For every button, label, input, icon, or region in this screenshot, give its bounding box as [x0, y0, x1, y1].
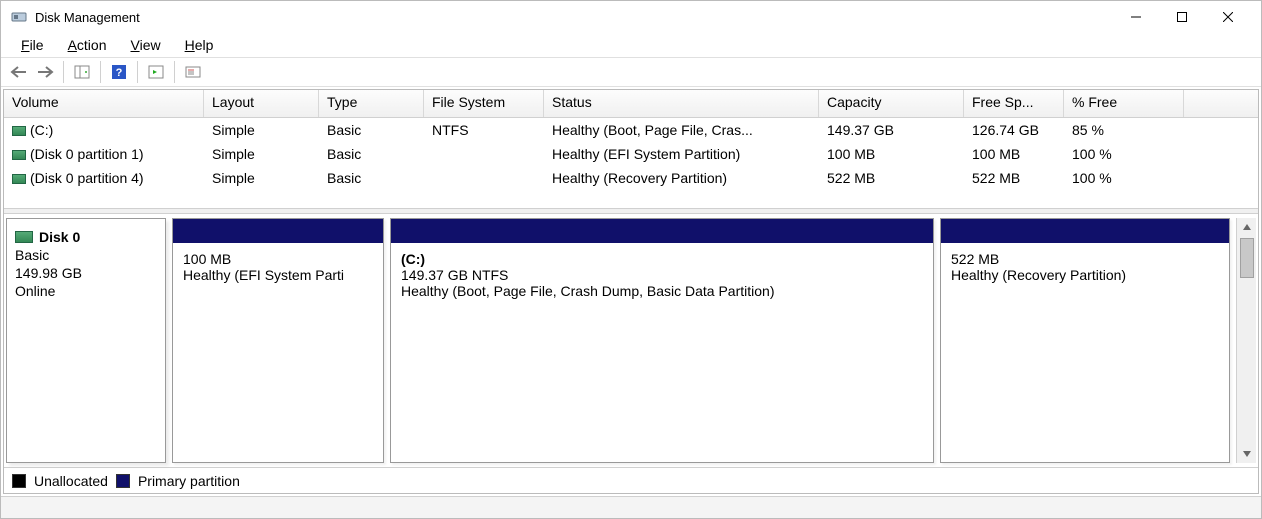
partition-status: Healthy (Boot, Page File, Crash Dump, Ba…: [401, 283, 923, 299]
cell-pctfree: 85 %: [1064, 120, 1184, 140]
col-header-type[interactable]: Type: [319, 90, 424, 117]
partition-size: 149.37 GB NTFS: [401, 267, 923, 283]
cell-freespace: 100 MB: [964, 144, 1064, 164]
legend-label-unallocated: Unallocated: [34, 473, 108, 489]
disk-name: Disk 0: [39, 229, 80, 245]
cell-layout: Simple: [204, 168, 319, 188]
cell-volume: (Disk 0 partition 4): [30, 170, 144, 186]
menu-view[interactable]: View: [119, 35, 173, 55]
col-header-freespace[interactable]: Free Sp...: [964, 90, 1064, 117]
cell-layout: Simple: [204, 120, 319, 140]
menu-help[interactable]: Help: [173, 35, 226, 55]
partition-color-bar: [391, 219, 933, 243]
properties-button[interactable]: [181, 60, 205, 84]
partition-color-bar: [173, 219, 383, 243]
legend-label-primary: Primary partition: [138, 473, 240, 489]
volume-row[interactable]: (C:) Simple Basic NTFS Healthy (Boot, Pa…: [4, 118, 1258, 142]
cell-status: Healthy (Boot, Page File, Cras...: [544, 120, 819, 140]
partition-size: 100 MB: [183, 251, 373, 267]
cell-pctfree: 100 %: [1064, 144, 1184, 164]
col-header-status[interactable]: Status: [544, 90, 819, 117]
menu-file[interactable]: File: [9, 35, 56, 55]
scroll-thumb[interactable]: [1240, 238, 1254, 278]
app-icon: [11, 9, 27, 25]
cell-filesystem: [424, 152, 544, 156]
partition-status: Healthy (Recovery Partition): [951, 267, 1219, 283]
volume-row[interactable]: (Disk 0 partition 4) Simple Basic Health…: [4, 166, 1258, 190]
status-bar: [1, 496, 1261, 518]
cell-status: Healthy (EFI System Partition): [544, 144, 819, 164]
volume-list: Volume Layout Type File System Status Ca…: [4, 90, 1258, 208]
vertical-scrollbar[interactable]: [1236, 218, 1256, 463]
cell-pctfree: 100 %: [1064, 168, 1184, 188]
legend-bar: Unallocated Primary partition: [4, 467, 1258, 493]
help-button[interactable]: ?: [107, 60, 131, 84]
cell-capacity: 522 MB: [819, 168, 964, 188]
forward-button[interactable]: [33, 60, 57, 84]
refresh-button[interactable]: [144, 60, 168, 84]
window-title: Disk Management: [35, 10, 140, 25]
partition-name: (C:): [401, 251, 923, 267]
close-button[interactable]: [1205, 2, 1251, 32]
svg-text:?: ?: [116, 67, 123, 79]
titlebar: Disk Management: [1, 1, 1261, 33]
cell-volume: (Disk 0 partition 1): [30, 146, 144, 162]
col-header-filesystem[interactable]: File System: [424, 90, 544, 117]
back-button[interactable]: [7, 60, 31, 84]
scroll-down-icon[interactable]: [1237, 445, 1256, 463]
cell-volume: (C:): [30, 122, 53, 138]
cell-freespace: 522 MB: [964, 168, 1064, 188]
col-header-volume[interactable]: Volume: [4, 90, 204, 117]
cell-type: Basic: [319, 168, 424, 188]
col-header-capacity[interactable]: Capacity: [819, 90, 964, 117]
partition-size: 522 MB: [951, 251, 1219, 267]
cell-filesystem: [424, 176, 544, 180]
show-hide-console-tree-button[interactable]: [70, 60, 94, 84]
col-header-pctfree[interactable]: % Free: [1064, 90, 1184, 117]
menubar: File Action View Help: [1, 33, 1261, 57]
cell-filesystem: NTFS: [424, 120, 544, 140]
toolbar: ?: [1, 57, 1261, 87]
minimize-button[interactable]: [1113, 2, 1159, 32]
legend-swatch-primary: [116, 474, 130, 488]
partition-status: Healthy (EFI System Parti: [183, 267, 373, 283]
volume-icon: [12, 174, 26, 184]
window: Disk Management File Action View Help ? …: [0, 0, 1262, 519]
partition-box[interactable]: 522 MB Healthy (Recovery Partition): [940, 218, 1230, 463]
disk-size: 149.98 GB: [15, 265, 157, 281]
content-area: Volume Layout Type File System Status Ca…: [3, 89, 1259, 494]
cell-capacity: 149.37 GB: [819, 120, 964, 140]
col-header-layout[interactable]: Layout: [204, 90, 319, 117]
cell-status: Healthy (Recovery Partition): [544, 168, 819, 188]
cell-layout: Simple: [204, 144, 319, 164]
cell-freespace: 126.74 GB: [964, 120, 1064, 140]
disk-map: Disk 0 Basic 149.98 GB Online 100 MB Hea…: [4, 214, 1258, 467]
partition-color-bar: [941, 219, 1229, 243]
disk-icon: [15, 231, 33, 243]
volume-icon: [12, 126, 26, 136]
cell-type: Basic: [319, 144, 424, 164]
partition-box[interactable]: 100 MB Healthy (EFI System Parti: [172, 218, 384, 463]
menu-action[interactable]: Action: [56, 35, 119, 55]
disk-info-box[interactable]: Disk 0 Basic 149.98 GB Online: [6, 218, 166, 463]
partition-container: 100 MB Healthy (EFI System Parti (C:) 14…: [172, 218, 1230, 463]
volume-list-header: Volume Layout Type File System Status Ca…: [4, 90, 1258, 118]
volume-icon: [12, 150, 26, 160]
scroll-up-icon[interactable]: [1237, 218, 1256, 236]
volume-row[interactable]: (Disk 0 partition 1) Simple Basic Health…: [4, 142, 1258, 166]
legend-swatch-unallocated: [12, 474, 26, 488]
disk-state: Online: [15, 283, 157, 299]
disk-type: Basic: [15, 247, 157, 263]
cell-type: Basic: [319, 120, 424, 140]
maximize-button[interactable]: [1159, 2, 1205, 32]
cell-capacity: 100 MB: [819, 144, 964, 164]
partition-box[interactable]: (C:) 149.37 GB NTFS Healthy (Boot, Page …: [390, 218, 934, 463]
